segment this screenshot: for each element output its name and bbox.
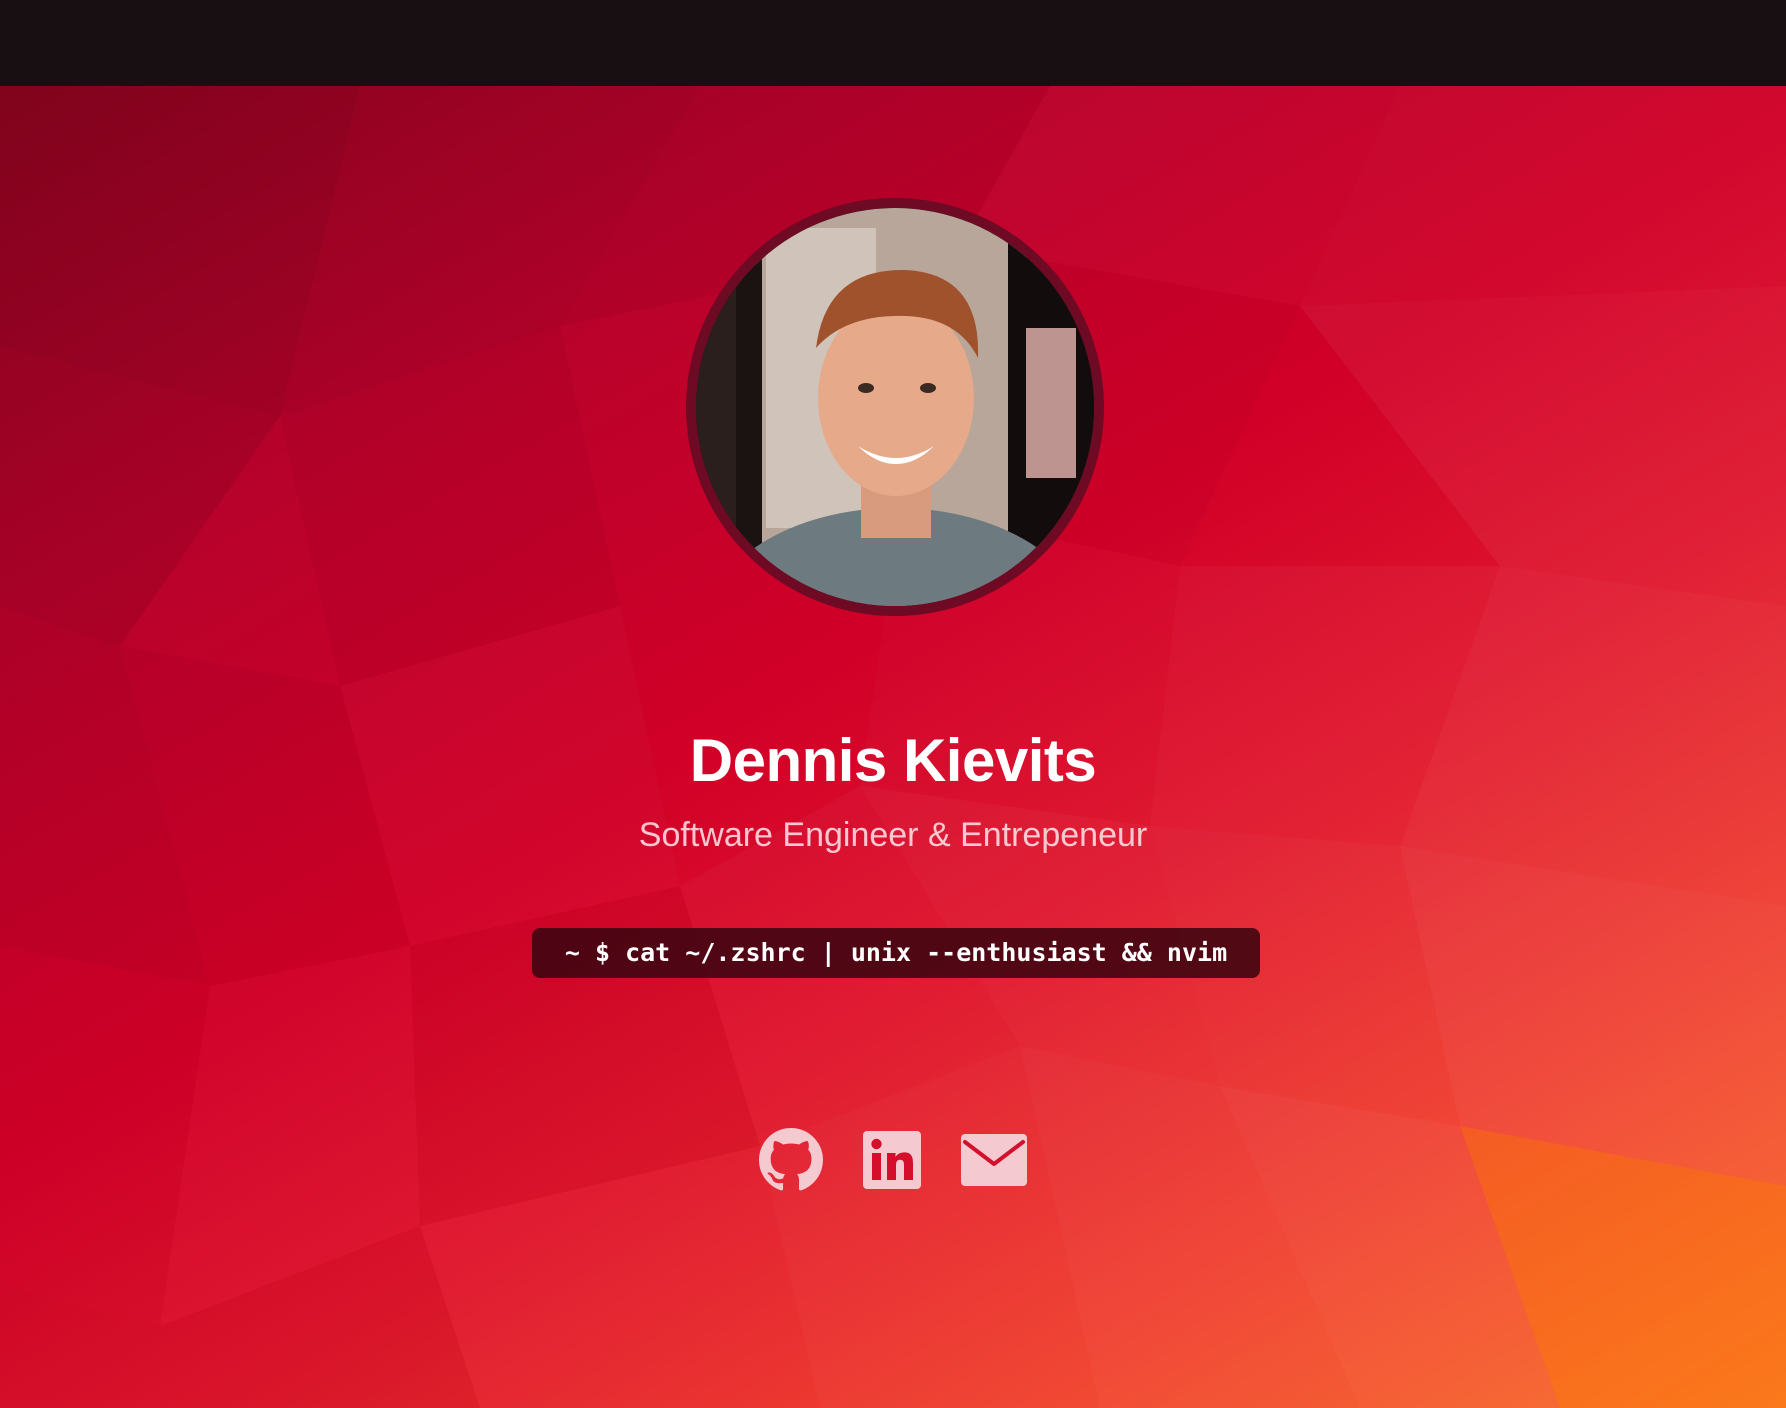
hero-section: Dennis Kievits Software Engineer & Entre… [0,86,1786,1408]
profile-tagline: Software Engineer & Entrepeneur [638,816,1148,854]
email-link[interactable] [961,1134,1027,1186]
linkedin-link[interactable] [863,1131,921,1189]
top-bar [0,0,1786,86]
profile-name: Dennis Kievits [689,727,1097,794]
profile-photo [696,208,1094,606]
github-link[interactable] [759,1128,823,1192]
terminal-command: ~ $ cat ~/.zshrc | unix --enthusiast && … [532,928,1260,978]
avatar [686,198,1104,616]
github-icon [759,1128,823,1191]
mail-icon [961,1134,1027,1186]
linkedin-icon [863,1131,921,1189]
social-links [0,1128,1786,1192]
